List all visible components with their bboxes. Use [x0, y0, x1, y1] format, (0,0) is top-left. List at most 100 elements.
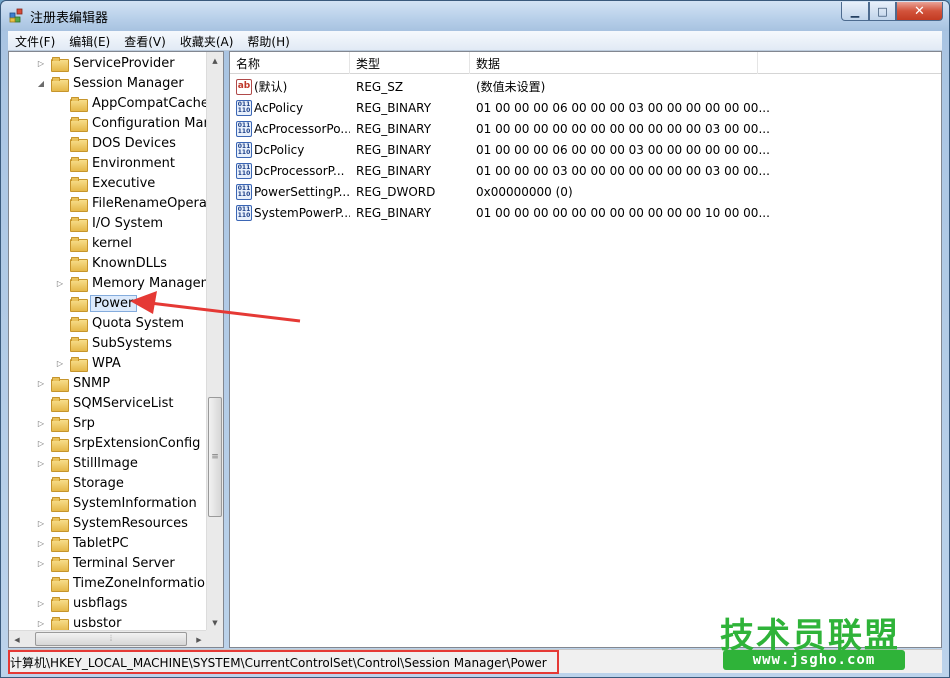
tree-item[interactable]: Executive [54, 173, 157, 193]
tree-item[interactable]: ▷ Memory Manageme [54, 273, 223, 293]
tree-horizontal-scrollbar[interactable]: ◀ ⦙ ▶ [9, 630, 207, 647]
collapse-arrow-icon[interactable]: ◢ [35, 77, 47, 89]
value-name: PowerSettingP... [254, 184, 350, 199]
expand-arrow-icon[interactable]: ▷ [35, 377, 47, 389]
tree-item[interactable]: ▷ TabletPC [35, 533, 131, 553]
scroll-up-icon[interactable]: ▲ [207, 52, 223, 69]
value-row[interactable]: 011 110 DcProcessorP... REG_BINARY 01 00 00 … [230, 160, 941, 181]
tree-item[interactable]: Environment [54, 153, 177, 173]
tree-item-label: usbstor [73, 615, 122, 631]
expand-arrow-icon[interactable]: ▷ [35, 617, 47, 629]
tree-item[interactable]: SubSystems [54, 333, 174, 353]
menu-help[interactable]: 帮助(H) [240, 31, 296, 50]
tree-item-label: TabletPC [73, 535, 129, 551]
tree-vertical-scroll-thumb[interactable]: ≡ [208, 397, 222, 517]
tree-item[interactable]: SQMServiceList [35, 393, 175, 413]
folder-icon [70, 336, 88, 352]
tree-vertical-scrollbar[interactable]: ▲ ≡ ▼ [206, 52, 223, 631]
tree-item[interactable]: SystemInformation [35, 493, 199, 513]
tree-item[interactable]: DOS Devices [54, 133, 178, 153]
folder-icon [70, 196, 88, 212]
folder-icon [70, 276, 88, 292]
folder-icon [51, 576, 69, 592]
tree-item[interactable]: I/O System [54, 213, 165, 233]
expand-arrow-icon[interactable]: ▷ [35, 437, 47, 449]
tree-item[interactable]: AppCompatCache [54, 93, 211, 113]
expand-arrow-icon[interactable]: ▷ [54, 277, 66, 289]
tree-item[interactable]: ▷ Srp [35, 413, 97, 433]
binary-value-icon: 011 110 [236, 204, 252, 221]
tree-item[interactable]: Configuration Manag [54, 113, 223, 133]
registry-values-list[interactable]: 名称 类型 数据 ab (默认) REG_SZ (数值未设置) 011 110 AcPoli… [229, 51, 942, 648]
value-row[interactable]: 011 110 PowerSettingP... REG_DWORD 0x0000000… [230, 181, 941, 202]
menu-edit[interactable]: 编辑(E) [62, 31, 117, 50]
folder-icon [51, 376, 69, 392]
maximize-button[interactable]: □ [869, 2, 896, 21]
folder-icon [51, 416, 69, 432]
value-row[interactable]: 011 110 SystemPowerP... REG_BINARY 01 00 00 … [230, 202, 941, 223]
expand-arrow-icon[interactable]: ▷ [35, 457, 47, 469]
tree-item[interactable]: ▷ SystemResources [35, 513, 190, 533]
expand-arrow-icon[interactable]: ▷ [35, 597, 47, 609]
menu-favorites[interactable]: 收藏夹(A) [173, 31, 241, 50]
tree-item-label: SNMP [73, 375, 111, 391]
close-button[interactable]: ✕ [896, 2, 943, 21]
value-row[interactable]: 011 110 DcPolicy REG_BINARY 01 00 00 00 06 0… [230, 139, 941, 160]
tree-item[interactable]: Quota System [54, 313, 186, 333]
expand-arrow-icon[interactable]: ▷ [54, 357, 66, 369]
column-header-data[interactable]: 数据 [470, 52, 758, 74]
value-row[interactable]: 011 110 AcPolicy REG_BINARY 01 00 00 00 06 0… [230, 97, 941, 118]
expand-arrow-icon[interactable]: ▷ [35, 517, 47, 529]
minimize-button[interactable]: ▁ [841, 2, 869, 21]
tree-item[interactable]: KnownDLLs [54, 253, 169, 273]
folder-icon [51, 516, 69, 532]
registry-key-tree[interactable]: ▷ ServiceProvider ◢ Session Manager AppCompa… [8, 51, 224, 648]
value-row[interactable]: 011 110 AcProcessorPo... REG_BINARY 01 00 00… [230, 118, 941, 139]
tree-item[interactable]: ▷ SNMP [35, 373, 112, 393]
folder-icon [70, 136, 88, 152]
folder-icon [70, 236, 88, 252]
expand-arrow-icon[interactable]: ▷ [35, 537, 47, 549]
menu-file[interactable]: 文件(F) [8, 31, 62, 50]
tree-item[interactable]: ◢ Session Manager [35, 73, 186, 93]
folder-icon [70, 116, 88, 132]
tree-item-label: SystemInformation [73, 495, 197, 511]
tree-item[interactable]: ▷ StillImage [35, 453, 140, 473]
tree-item[interactable]: kernel [54, 233, 134, 253]
menu-view[interactable]: 查看(V) [117, 31, 173, 50]
value-name-cell: 011 110 DcProcessorP... [230, 162, 350, 179]
tree-item-label: Memory Manageme [92, 275, 222, 291]
tree-horizontal-scroll-thumb[interactable]: ⦙ [35, 632, 187, 646]
value-name-cell: ab (默认) [230, 78, 350, 95]
expand-arrow-icon[interactable]: ▷ [35, 557, 47, 569]
tree-item-label: TimeZoneInformation [73, 575, 214, 591]
value-row[interactable]: ab (默认) REG_SZ (数值未设置) [230, 76, 941, 97]
tree-item-label: WPA [92, 355, 121, 371]
binary-value-icon: 011 110 [236, 99, 252, 116]
tree-item[interactable]: ▷ Terminal Server [35, 553, 177, 573]
scroll-right-icon[interactable]: ▶ [191, 631, 207, 647]
tree-item[interactable]: Power [54, 293, 138, 313]
tree-item-label: Terminal Server [73, 555, 175, 571]
scroll-left-icon[interactable]: ◀ [9, 631, 25, 647]
registry-editor-window: 注册表编辑器 ▁ □ ✕ 文件(F) 编辑(E) 查看(V) 收藏夹(A) 帮助… [0, 0, 950, 678]
tree-item[interactable]: TimeZoneInformation [35, 573, 215, 593]
tree-item[interactable]: ▷ SrpExtensionConfig [35, 433, 202, 453]
tree-item[interactable]: ▷ ServiceProvider [35, 53, 177, 73]
column-header-type[interactable]: 类型 [350, 52, 470, 74]
tree-item[interactable]: ▷ usbflags [35, 593, 129, 613]
folder-icon [70, 216, 88, 232]
title-bar[interactable]: 注册表编辑器 ▁ □ ✕ [1, 1, 949, 31]
value-data: 01 00 00 00 00 00 00 00 00 00 00 00 03 0… [476, 121, 770, 136]
tree-item[interactable]: ▷ WPA [54, 353, 123, 373]
tree-item[interactable]: Storage [35, 473, 126, 493]
tree-item-label: SQMServiceList [73, 395, 174, 411]
expand-arrow-icon[interactable]: ▷ [35, 57, 47, 69]
expand-arrow-icon[interactable]: ▷ [35, 417, 47, 429]
tree-item[interactable]: FileRenameOperatio [54, 193, 223, 213]
value-name-cell: 011 110 AcProcessorPo... [230, 120, 350, 137]
column-header-name[interactable]: 名称 [230, 52, 350, 74]
scroll-down-icon[interactable]: ▼ [207, 614, 223, 631]
